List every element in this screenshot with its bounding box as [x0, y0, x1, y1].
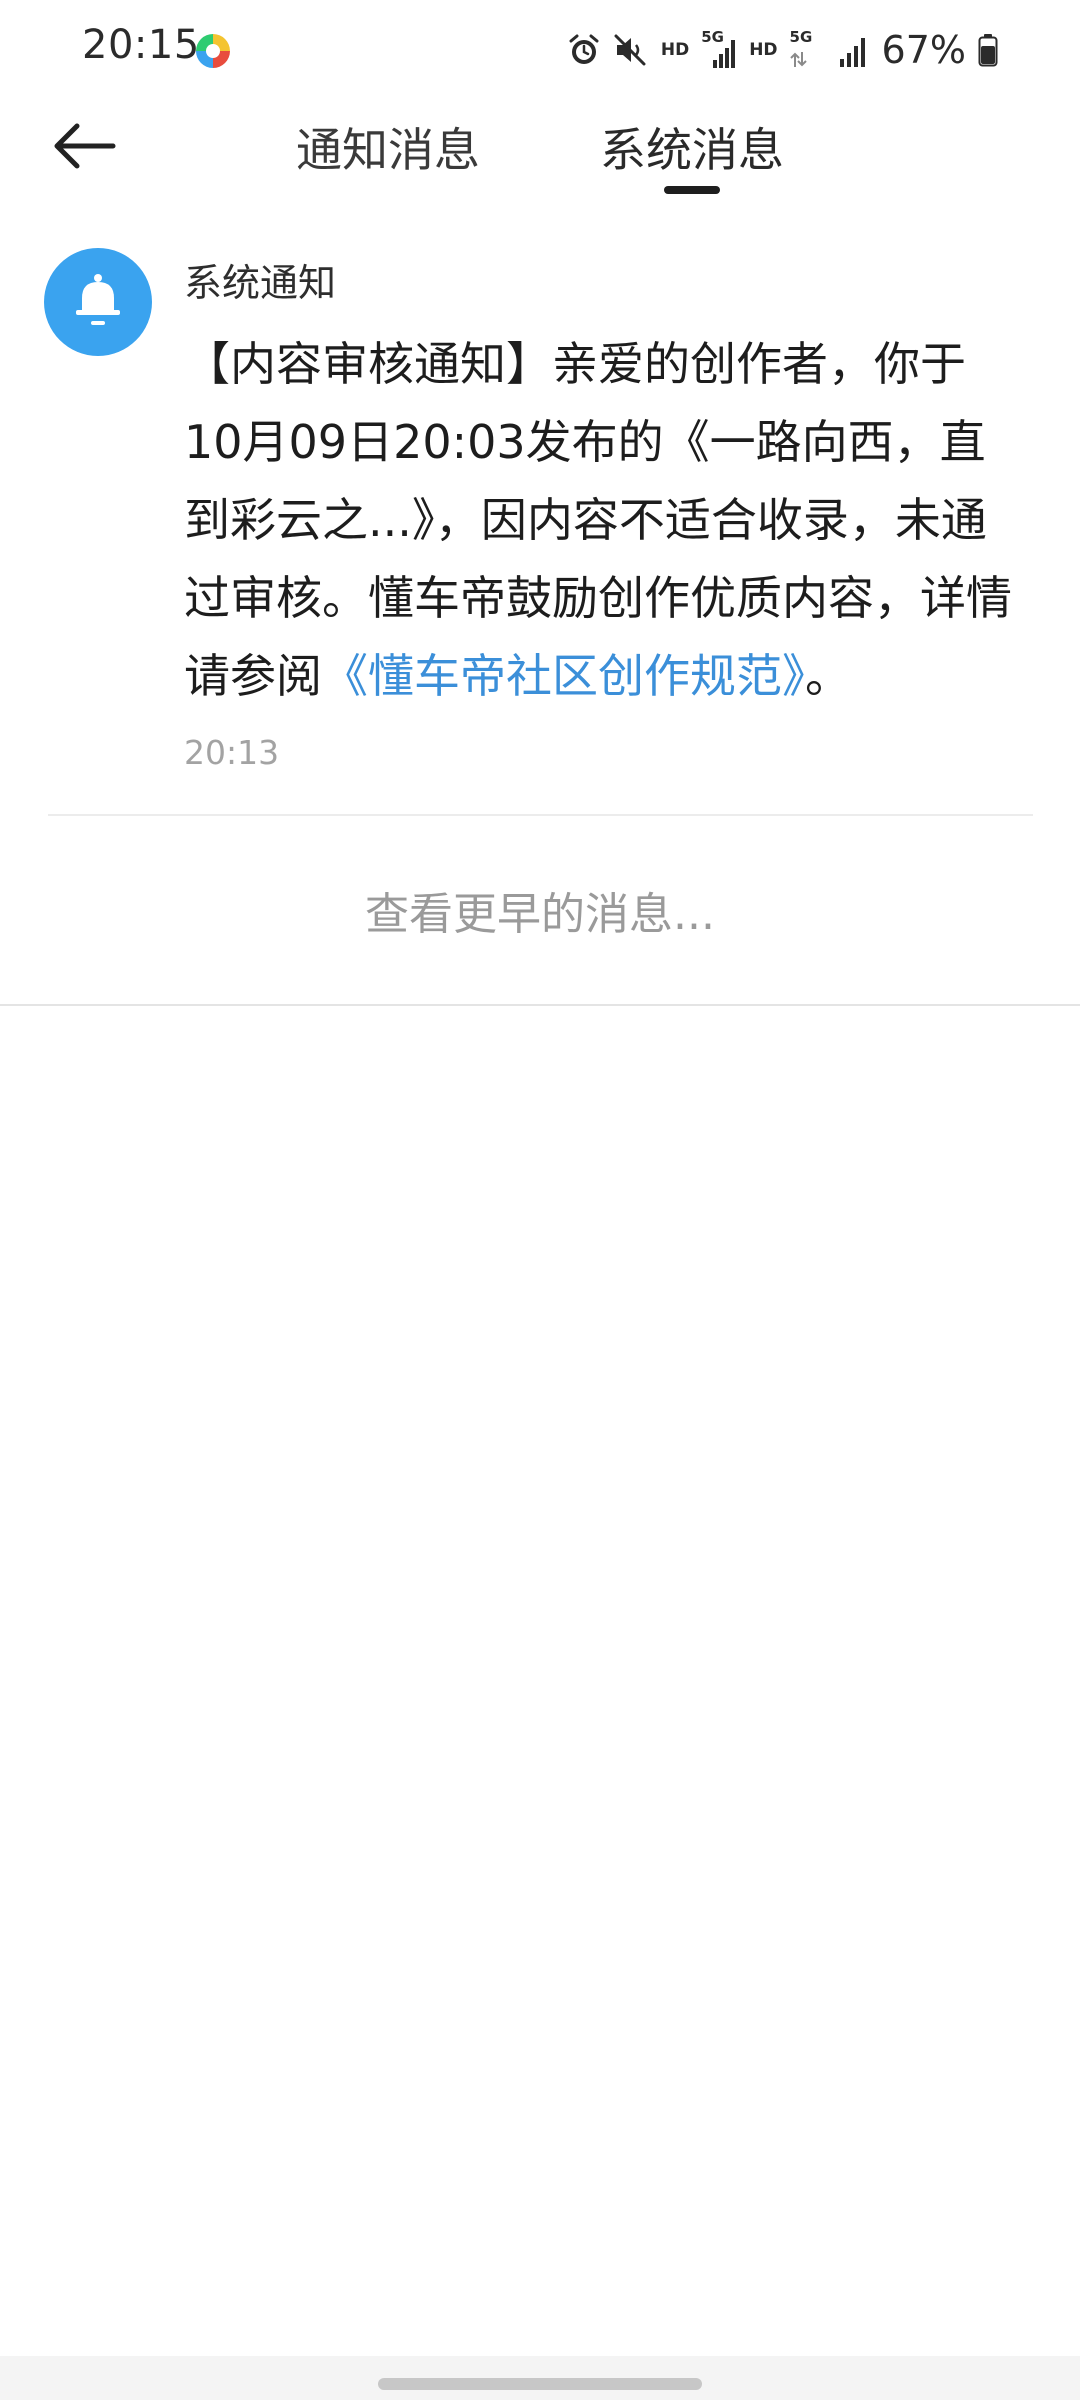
- status-time: 20:15: [82, 22, 200, 68]
- divider: [48, 814, 1033, 816]
- hd-label-2: HD: [749, 40, 778, 60]
- load-earlier-messages-button[interactable]: 查看更早的消息...: [0, 878, 1080, 942]
- system-nav-bar: [0, 2356, 1080, 2400]
- app-icon: [196, 34, 230, 68]
- header-tabs: 通知消息 系统消息: [0, 100, 1080, 200]
- tab-system-messages[interactable]: 系统消息: [600, 114, 784, 180]
- battery-icon: [978, 34, 998, 67]
- message-timestamp: 20:13: [184, 733, 280, 772]
- signal-bars-icon: [839, 38, 865, 67]
- message-body: 【内容审核通知】亲爱的创作者，你于10月09日20:03发布的《一路向西，直到彩…: [184, 325, 1014, 715]
- active-tab-indicator: [664, 186, 720, 194]
- hd-label: HD: [660, 40, 690, 60]
- community-guidelines-link[interactable]: 《懂车帝社区创作规范》: [322, 649, 805, 703]
- signal-icon-2: 5G: [790, 28, 826, 70]
- back-button[interactable]: [44, 114, 124, 178]
- mute-icon: [614, 34, 646, 66]
- sender-name: 系统通知: [184, 261, 337, 305]
- alarm-icon: [569, 34, 599, 64]
- home-indicator[interactable]: [378, 2378, 702, 2390]
- battery-percent: 67%: [881, 28, 966, 72]
- avatar: [44, 248, 152, 356]
- status-bar: 20:15 HD 5G HD 5G 67%: [0, 0, 1080, 100]
- tab-notice-messages[interactable]: 通知消息: [296, 114, 480, 180]
- divider: [0, 1004, 1080, 1006]
- message-text-end: 。: [805, 649, 851, 703]
- back-arrow-icon: [54, 123, 116, 169]
- signal-icon: 5G: [701, 28, 737, 70]
- bell-icon: [76, 274, 120, 325]
- status-icons: HD 5G HD 5G 67%: [567, 24, 998, 76]
